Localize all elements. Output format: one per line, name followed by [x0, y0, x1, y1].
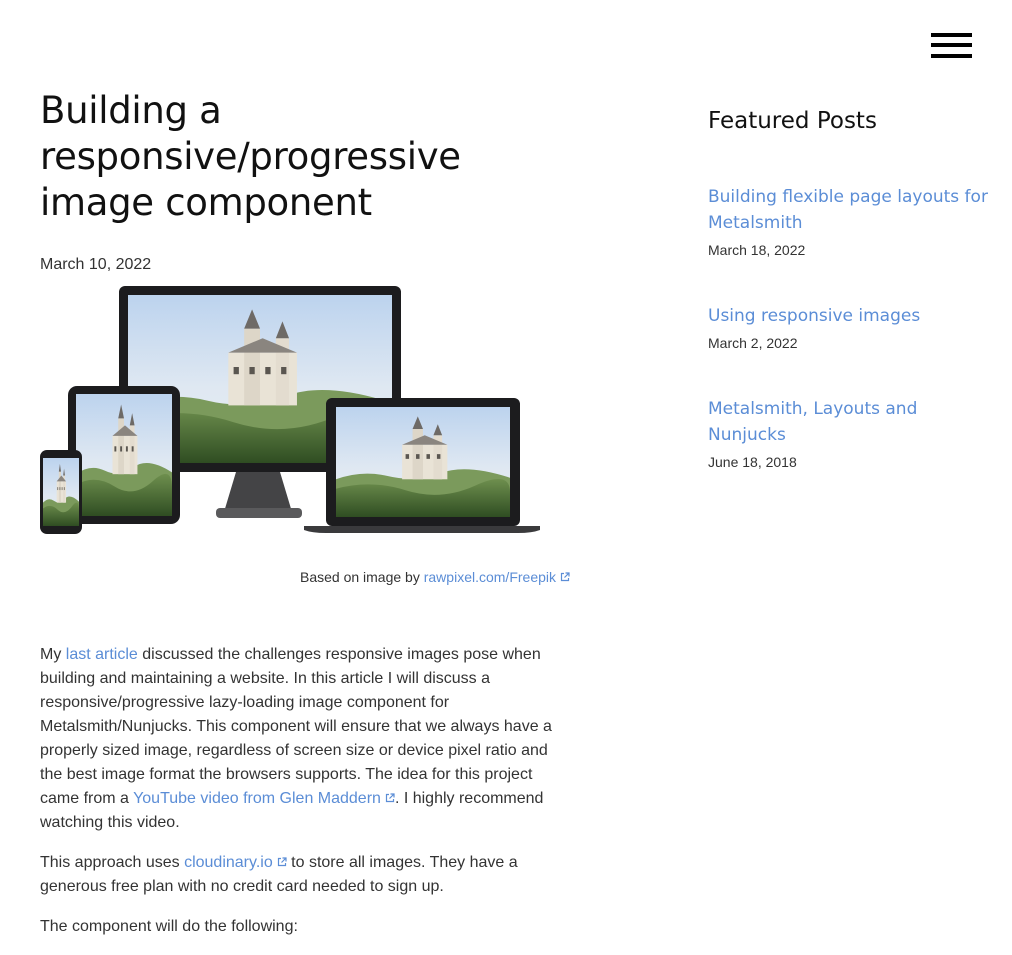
- page-title: Building a responsive/progressive image …: [40, 89, 461, 224]
- rawpixel-link[interactable]: rawpixel.com/Freepik: [424, 569, 570, 585]
- external-link-icon: [277, 857, 287, 867]
- featured-post-date: June 18, 2018: [708, 454, 797, 470]
- article: Building a responsive/progressive image …: [40, 88, 570, 955]
- hamburger-menu-icon[interactable]: [931, 33, 972, 59]
- menu-bar: [931, 33, 972, 37]
- featured-post-link[interactable]: Metalsmith, Layouts and Nunjucks: [708, 396, 998, 448]
- tablet-screen: [76, 394, 172, 516]
- featured-post-item: Using responsive images March 2, 2022: [708, 303, 998, 351]
- rawpixel-link-label: rawpixel.com/Freepik: [423, 569, 556, 585]
- menu-bar: [931, 54, 972, 58]
- cloudinary-link-label: cloudinary.io: [184, 854, 273, 871]
- featured-post-link[interactable]: Using responsive images: [708, 303, 998, 329]
- text-run: The component will do the following:: [40, 918, 298, 935]
- external-link-icon: [385, 793, 395, 803]
- featured-post-item: Metalsmith, Layouts and Nunjucks June 18…: [708, 396, 998, 470]
- youtube-video-link[interactable]: YouTube video from Glen Maddern: [133, 790, 395, 807]
- featured-post-date: March 18, 2022: [708, 242, 806, 258]
- image-caption: Based on image by rawpixel.com/Freepik: [40, 569, 570, 585]
- text-run: My: [40, 646, 66, 663]
- laptop-screen: [336, 407, 510, 517]
- last-article-link[interactable]: last article: [66, 646, 138, 663]
- paragraph: My last article discussed the challenges…: [40, 643, 570, 835]
- post-date: March 10, 2022: [40, 256, 152, 273]
- featured-posts: Featured Posts Building flexible page la…: [708, 108, 998, 515]
- phone-screen: [43, 458, 79, 526]
- featured-post-item: Building flexible page layouts for Metal…: [708, 184, 998, 258]
- external-link-icon: [560, 572, 570, 582]
- text-run: discussed the challenges responsive imag…: [40, 646, 552, 807]
- caption-text: Based on image by: [299, 569, 424, 585]
- cloudinary-link[interactable]: cloudinary.io: [184, 854, 287, 871]
- menu-bar: [931, 43, 972, 47]
- featured-post-link[interactable]: Building flexible page layouts for Metal…: [708, 184, 998, 236]
- article-body: My last article discussed the challenges…: [40, 643, 570, 939]
- text-run: This approach uses: [40, 854, 185, 871]
- featured-post-date: March 2, 2022: [708, 335, 798, 351]
- hero-image: [40, 286, 540, 534]
- paragraph: This approach uses cloudinary.io to stor…: [40, 851, 570, 899]
- featured-posts-title: Featured Posts: [708, 108, 877, 134]
- youtube-video-link-label: YouTube video from Glen Maddern: [133, 790, 381, 807]
- paragraph: The component will do the following:: [40, 915, 570, 939]
